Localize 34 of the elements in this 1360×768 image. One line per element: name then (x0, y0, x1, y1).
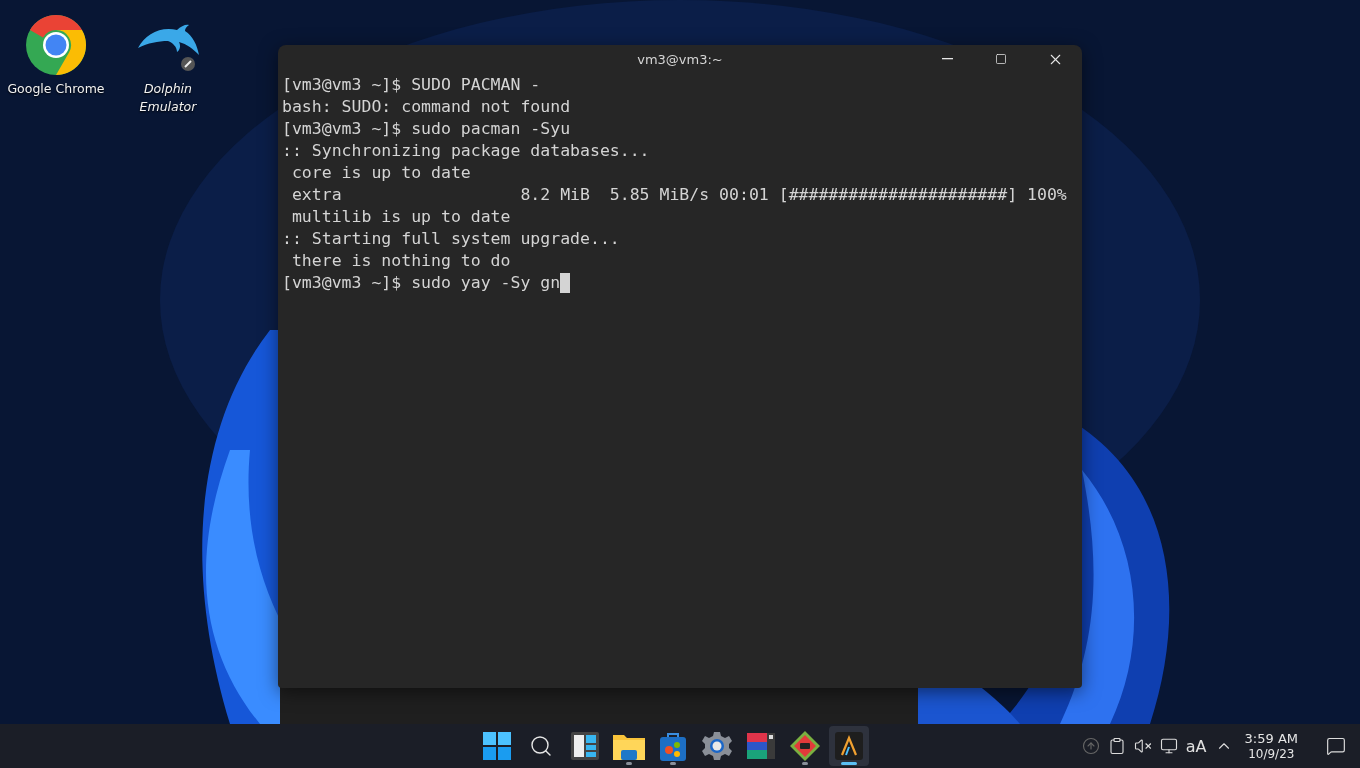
taskbar-button[interactable] (829, 726, 869, 766)
gear-icon (702, 731, 732, 761)
terminal-line: extra 8.2 MiB 5.85 MiB/s 00:01 [######################] 100% (290, 184, 1067, 206)
clock-date[interactable]: 10/9/23 (1248, 747, 1295, 761)
chrome-icon (25, 14, 87, 76)
notifications-icon[interactable] (1326, 736, 1346, 756)
terminal-line: [vm3@vm3 ~]$ SUDO PACMAN - (282, 74, 541, 96)
windows-icon (483, 732, 511, 760)
volume-muted-icon[interactable] (1133, 737, 1152, 755)
terminal-line: :: Synchronizing package databases... (282, 140, 650, 162)
terminal-line: bash: SUDO: command not found (282, 96, 571, 118)
terminal-line: :: Starting full system upgrade... (282, 228, 620, 250)
icon-label[interactable]: Google Chrome (7, 80, 105, 98)
terminal-line: multilib is up to date (290, 206, 511, 228)
tiles-icon (747, 733, 775, 759)
terminal-line: [vm3@vm3 ~]$ sudo pacman -Syu (282, 118, 571, 140)
window-title: vm3@vm3:~ (637, 51, 723, 67)
maximize-icon (995, 53, 1007, 65)
game-icon (789, 730, 821, 762)
update-icon[interactable] (1081, 737, 1100, 755)
folder-icon (613, 732, 645, 760)
terminal-line: there is nothing to do (290, 250, 511, 272)
clock-time[interactable]: 3:59 AM (1244, 731, 1298, 747)
search-icon (529, 734, 553, 758)
terminal-line: [vm3@vm3 ~]$ sudo yay -Sy gn (282, 272, 561, 294)
terminal-line: core is up to date (290, 162, 471, 184)
widgets-icon (571, 732, 599, 760)
font-size-toggle[interactable]: aA (1185, 736, 1207, 756)
terminal-icon (835, 732, 863, 760)
clipboard-icon[interactable] (1107, 737, 1126, 755)
monitor-icon[interactable] (1159, 737, 1178, 755)
icon-label[interactable]: Dolphin Emulator (139, 80, 197, 116)
store-bag-icon (659, 731, 687, 761)
minimize-icon (941, 58, 953, 60)
